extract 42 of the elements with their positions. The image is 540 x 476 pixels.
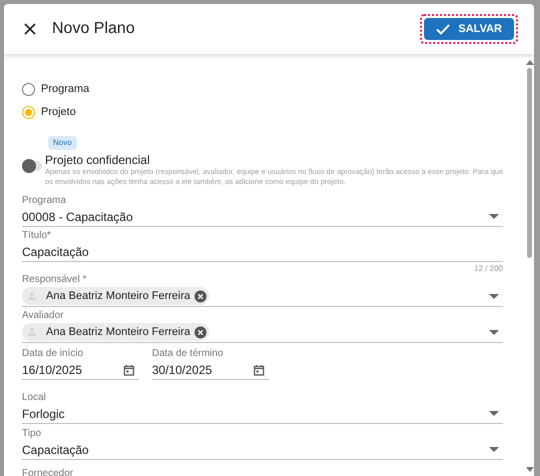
dropdown-caret-icon[interactable] <box>489 447 499 452</box>
field-label: Responsável * <box>22 274 88 286</box>
field-label: Programa <box>22 195 67 207</box>
new-badge: Novo <box>48 136 77 150</box>
remove-icon[interactable] <box>194 290 208 302</box>
person-icon <box>26 290 38 302</box>
select-field[interactable]: Forlogic <box>22 404 503 424</box>
dialog-title: Novo Plano <box>52 19 135 39</box>
person-chip[interactable]: Ana Beatriz Monteiro Ferreira <box>22 287 210 305</box>
select-field[interactable]: Ana Beatriz Monteiro Ferreira <box>22 286 503 307</box>
field-label: Fornecedor <box>22 468 74 476</box>
person-chip[interactable]: Ana Beatriz Monteiro Ferreira <box>22 323 210 341</box>
input-field[interactable]: Capacitação <box>22 242 503 262</box>
person-icon <box>26 326 38 338</box>
dropdown-caret-icon[interactable] <box>489 411 499 416</box>
field-label: Tipo <box>22 428 42 440</box>
select-field[interactable]: Capacitação <box>22 440 503 460</box>
dropdown-caret-icon[interactable] <box>489 214 499 219</box>
character-counter: 12 / 200 <box>474 264 503 274</box>
field-label: Local <box>22 392 47 404</box>
remove-icon[interactable] <box>194 326 208 338</box>
select-field[interactable]: 00008 - Capacitação <box>22 207 503 227</box>
select-field[interactable]: Ana Beatriz Monteiro Ferreira <box>22 322 503 343</box>
calendar-icon[interactable] <box>123 364 135 376</box>
calendar-icon[interactable] <box>253 364 265 376</box>
radio-option[interactable]: Programa <box>22 78 505 101</box>
field-label: Avaliador <box>22 310 65 322</box>
field-label: Título* <box>22 230 52 242</box>
field-label: Data de início <box>22 348 84 360</box>
scroll-down-arrow-icon[interactable] <box>526 467 534 472</box>
field-label: Data de término <box>152 348 224 360</box>
scroll-up-arrow-icon[interactable] <box>526 60 534 65</box>
radio-option[interactable]: Projeto <box>22 101 505 124</box>
date-field[interactable]: 30/10/2025 <box>152 360 269 380</box>
dropdown-caret-icon[interactable] <box>489 330 499 334</box>
check-icon <box>436 24 450 34</box>
save-button[interactable]: SALVAR <box>424 18 514 40</box>
date-field[interactable]: 16/10/2025 <box>22 360 139 380</box>
toggle-label: Projeto confidencial <box>45 153 151 167</box>
toggle-switch[interactable] <box>22 161 42 171</box>
close-icon[interactable] <box>24 23 36 35</box>
dropdown-caret-icon[interactable] <box>489 294 499 298</box>
